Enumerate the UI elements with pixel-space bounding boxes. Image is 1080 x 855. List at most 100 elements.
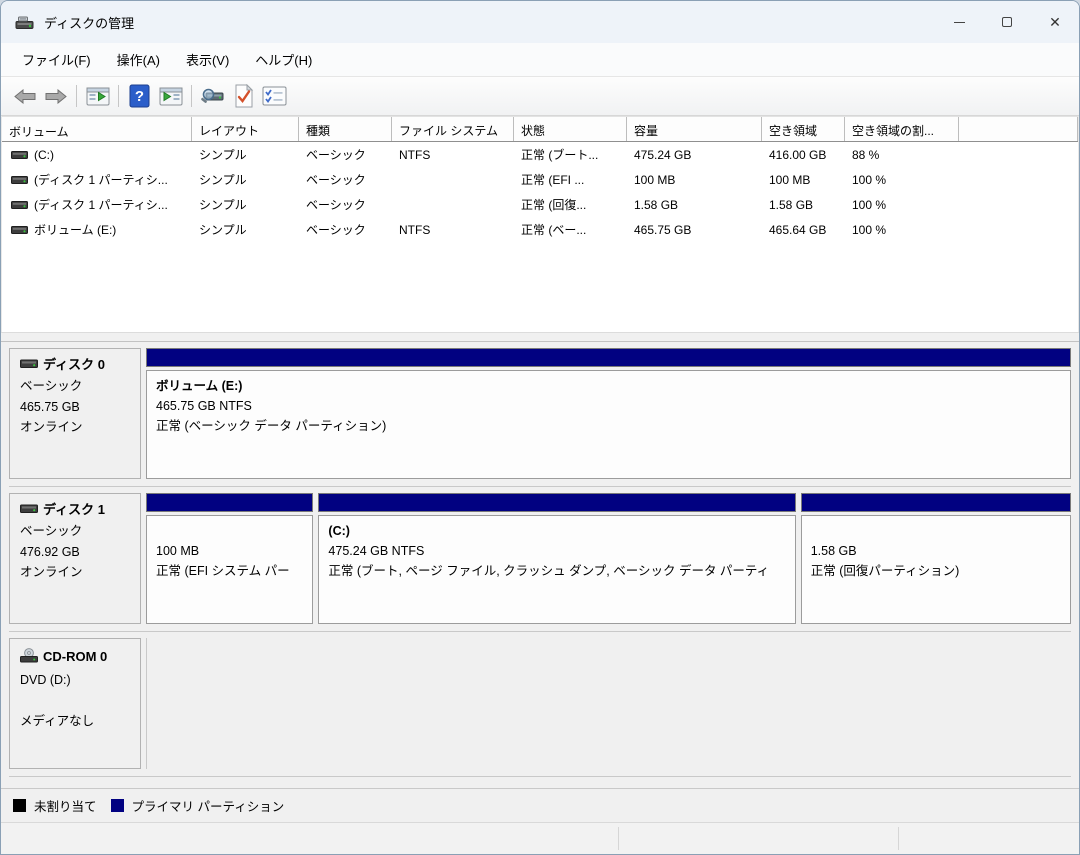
maximize-button[interactable] bbox=[983, 1, 1031, 43]
toolbar-separator bbox=[191, 85, 192, 107]
drive-icon bbox=[11, 225, 28, 235]
partition-title bbox=[156, 521, 303, 541]
disk1-label[interactable]: ディスク 1 ベーシック 476.92 GB オンライン bbox=[9, 493, 141, 624]
disk0-label[interactable]: ディスク 0 ベーシック 465.75 GB オンライン bbox=[9, 348, 141, 479]
cdrom-media: DVD (D:) bbox=[20, 674, 134, 687]
cdrom-icon bbox=[20, 648, 38, 665]
volume-capacity: 475.24 GB bbox=[627, 148, 762, 162]
partition-volume-e[interactable]: ボリューム (E:) 465.75 GB NTFS 正常 (ベーシック データ … bbox=[146, 348, 1071, 479]
volume-status: 正常 (回復... bbox=[514, 196, 627, 213]
rescan-disks-button[interactable] bbox=[197, 82, 228, 110]
menu-file[interactable]: ファイル(F) bbox=[9, 44, 104, 75]
status-bar-divider bbox=[898, 827, 899, 850]
volume-row-efi[interactable]: (ディスク 1 パーティシ... シンプル ベーシック 正常 (EFI ... … bbox=[2, 167, 1078, 192]
cdrom-name: CD-ROM 0 bbox=[43, 650, 107, 663]
partition-title bbox=[811, 521, 1061, 541]
volume-filesystem: NTFS bbox=[392, 148, 514, 162]
column-header-volume[interactable]: ボリューム bbox=[2, 117, 192, 141]
disk1-partitions: 100 MB 正常 (EFI システム パー (C:) 475.24 GB NT… bbox=[146, 493, 1071, 624]
drive-icon bbox=[11, 175, 28, 185]
partition-status: 正常 (EFI システム パー bbox=[156, 561, 303, 581]
show-console-tree-button[interactable] bbox=[82, 82, 113, 110]
volume-list: ボリューム レイアウト 種類 ファイル システム 状態 容量 空き領域 空き領域… bbox=[1, 116, 1079, 332]
partition-color-band bbox=[146, 493, 313, 512]
legend-bar: 未割り当て プライマリ パーティション bbox=[1, 788, 1079, 822]
console-tree-icon bbox=[86, 87, 110, 106]
volume-free-pct: 100 % bbox=[845, 223, 959, 237]
volume-row-recovery[interactable]: (ディスク 1 パーティシ... シンプル ベーシック 正常 (回復... 1.… bbox=[2, 192, 1078, 217]
partition-recovery[interactable]: 1.58 GB 正常 (回復パーティション) bbox=[801, 493, 1071, 624]
volume-free-space: 1.58 GB bbox=[762, 198, 845, 212]
status-bar bbox=[1, 822, 1079, 854]
volume-layout: シンプル bbox=[192, 221, 299, 238]
partition-status: 正常 (回復パーティション) bbox=[811, 561, 1061, 581]
column-header-layout[interactable]: レイアウト bbox=[192, 117, 299, 141]
menu-bar: ファイル(F) 操作(A) 表示(V) ヘルプ(H) bbox=[1, 43, 1079, 77]
menu-action[interactable]: 操作(A) bbox=[104, 44, 173, 75]
volume-filesystem: NTFS bbox=[392, 223, 514, 237]
disk0-partitions: ボリューム (E:) 465.75 GB NTFS 正常 (ベーシック データ … bbox=[146, 348, 1071, 479]
volume-status: 正常 (EFI ... bbox=[514, 171, 627, 188]
volume-name: (ディスク 1 パーティシ... bbox=[34, 171, 168, 188]
status-bar-divider bbox=[618, 827, 619, 850]
column-header-type[interactable]: 種類 bbox=[299, 117, 392, 141]
svg-text:?: ? bbox=[135, 88, 144, 105]
back-arrow-icon bbox=[14, 89, 36, 104]
cdrom-row: CD-ROM 0 DVD (D:) メディアなし bbox=[9, 632, 1071, 777]
volume-layout: シンプル bbox=[192, 171, 299, 188]
unallocated-swatch bbox=[13, 799, 26, 812]
partition-status: 正常 (ベーシック データ パーティション) bbox=[156, 416, 1061, 436]
close-button[interactable]: ✕ bbox=[1031, 1, 1079, 43]
volume-layout: シンプル bbox=[192, 196, 299, 213]
disk-icon bbox=[20, 358, 38, 371]
column-header-status[interactable]: 状態 bbox=[514, 117, 627, 141]
volume-row-e[interactable]: ボリューム (E:) シンプル ベーシック NTFS 正常 (ベー... 465… bbox=[2, 217, 1078, 242]
disk0-kind: ベーシック bbox=[20, 380, 134, 393]
panel-splitter[interactable] bbox=[1, 332, 1079, 342]
menu-help[interactable]: ヘルプ(H) bbox=[242, 44, 325, 75]
help-button[interactable]: ? bbox=[124, 82, 155, 110]
cdrom-status: メディアなし bbox=[20, 715, 134, 728]
show-action-pane-button[interactable] bbox=[155, 82, 186, 110]
partition-detail: 465.75 GB NTFS bbox=[156, 396, 1061, 416]
checklist-button[interactable] bbox=[259, 82, 290, 110]
volume-free-space: 465.64 GB bbox=[762, 223, 845, 237]
volume-type: ベーシック bbox=[299, 221, 392, 238]
column-header-filesystem[interactable]: ファイル システム bbox=[392, 117, 514, 141]
disk-management-app-icon bbox=[15, 15, 34, 30]
minimize-icon bbox=[954, 22, 965, 23]
drive-icon bbox=[11, 200, 28, 210]
minimize-button[interactable] bbox=[935, 1, 983, 43]
help-icon: ? bbox=[129, 84, 150, 108]
maximize-icon bbox=[1002, 17, 1012, 27]
toolbar-separator bbox=[118, 85, 119, 107]
partition-color-band bbox=[801, 493, 1071, 512]
volume-free-pct: 100 % bbox=[845, 173, 959, 187]
partition-c[interactable]: (C:) 475.24 GB NTFS 正常 (ブート, ページ ファイル, ク… bbox=[318, 493, 795, 624]
cdrom-graph-area[interactable] bbox=[146, 638, 1071, 769]
partition-title: (C:) bbox=[328, 521, 785, 541]
toolbar: ? bbox=[1, 77, 1079, 116]
column-header-free-pct[interactable]: 空き領域の割... bbox=[845, 117, 959, 141]
partition-efi[interactable]: 100 MB 正常 (EFI システム パー bbox=[146, 493, 313, 624]
forward-arrow-icon bbox=[45, 89, 67, 104]
window-title: ディスクの管理 bbox=[44, 13, 134, 32]
volume-type: ベーシック bbox=[299, 196, 392, 213]
title-bar: ディスクの管理 ✕ bbox=[1, 1, 1079, 43]
check-document-icon bbox=[234, 84, 254, 108]
disk0-status: オンライン bbox=[20, 421, 134, 434]
action-pane-icon bbox=[159, 87, 183, 106]
close-icon: ✕ bbox=[1049, 15, 1061, 29]
back-button[interactable] bbox=[9, 82, 40, 110]
check-document-button[interactable] bbox=[228, 82, 259, 110]
disk0-size: 465.75 GB bbox=[20, 401, 134, 414]
column-header-capacity[interactable]: 容量 bbox=[627, 117, 762, 141]
forward-button[interactable] bbox=[40, 82, 71, 110]
volume-row-c[interactable]: (C:) シンプル ベーシック NTFS 正常 (ブート... 475.24 G… bbox=[2, 142, 1078, 167]
menu-view[interactable]: 表示(V) bbox=[173, 44, 242, 75]
cdrom-label[interactable]: CD-ROM 0 DVD (D:) メディアなし bbox=[9, 638, 141, 769]
volume-name: ボリューム (E:) bbox=[34, 221, 116, 238]
disk0-name: ディスク 0 bbox=[43, 358, 105, 371]
column-header-free-space[interactable]: 空き領域 bbox=[762, 117, 845, 141]
partition-detail: 475.24 GB NTFS bbox=[328, 541, 785, 561]
